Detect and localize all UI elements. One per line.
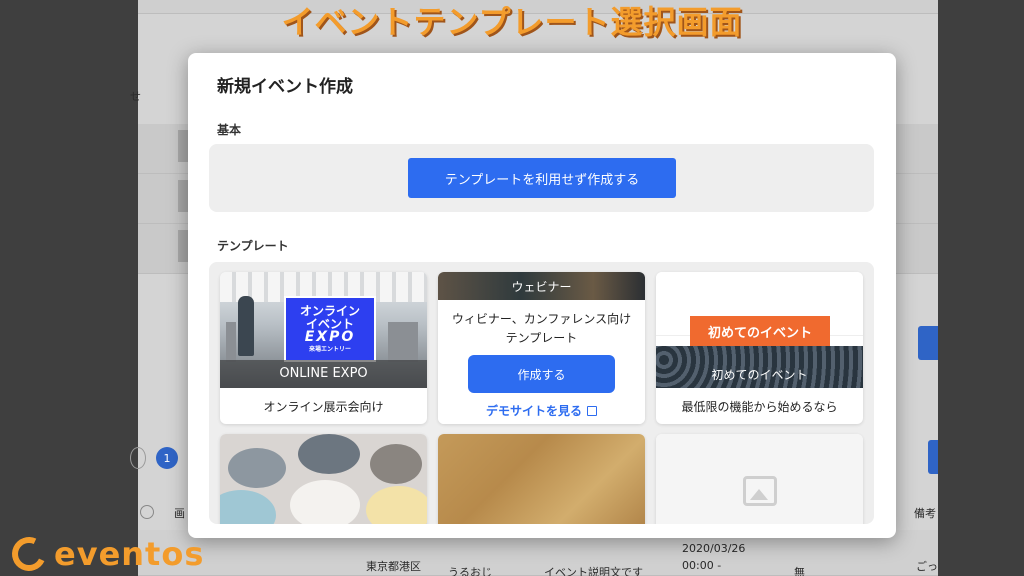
template-card-first-event[interactable]: 初めてのイベント 初めてのイベント 最低限の機能から始めるなら xyxy=(656,272,863,424)
external-link-icon xyxy=(587,406,597,416)
template-overlay-title: 初めてのイベント xyxy=(711,368,808,382)
bg-checkbox xyxy=(178,130,188,162)
bg-row-date: 2020/03/26 xyxy=(682,542,746,555)
bg-header-fragment: せ xyxy=(130,90,141,103)
bg-row-note: ごっ xyxy=(916,560,938,573)
bg-checkbox xyxy=(178,230,188,262)
help-icon xyxy=(140,505,154,519)
brand-logo: eventos xyxy=(7,532,205,576)
eventos-logo-icon xyxy=(7,532,51,576)
template-caption: 最低限の機能から始めるなら xyxy=(681,399,838,414)
template-card-online-expo[interactable]: オンライン イベント EXPO 来場エントリー ONLINE EXPO オンライ… xyxy=(220,272,427,424)
template-thumbnail xyxy=(220,434,427,524)
bg-checkbox xyxy=(178,180,188,212)
template-overlay-title: ONLINE EXPO xyxy=(279,366,368,381)
bg-row-location: 東京都港区 xyxy=(366,560,421,573)
bg-pagination-prev xyxy=(130,447,146,469)
bg-button xyxy=(918,326,938,360)
template-thumbnail: 初めてのイベント 初めてのイベント xyxy=(656,272,863,388)
section-label-basic: 基本 xyxy=(217,123,242,137)
bg-pagination-current: 1 xyxy=(156,447,178,469)
bg-row-org: うるおじ xyxy=(448,566,492,576)
template-caption: オンライン展示会向け xyxy=(263,399,384,414)
template-overlay-title: ウェビナー xyxy=(511,280,572,294)
demo-site-link[interactable]: デモサイトを見る xyxy=(438,402,645,419)
basic-section: テンプレートを利用せず作成する xyxy=(209,144,874,212)
template-card-wood[interactable] xyxy=(438,434,645,524)
section-label-template: テンプレート xyxy=(217,239,289,253)
template-card-blank[interactable] xyxy=(656,434,863,524)
bg-row-desc: イベント説明文です xyxy=(544,566,643,576)
modal-title: 新規イベント作成 xyxy=(217,77,353,97)
page-banner: イベントテンプレート選択画面 xyxy=(281,3,743,41)
create-from-template-button[interactable]: 作成する xyxy=(468,355,615,393)
template-card-plates[interactable] xyxy=(220,434,427,524)
template-description: ウィビナー、カンファレンス向け テンプレート xyxy=(451,312,632,345)
bg-table-header-left: 画 xyxy=(174,507,185,520)
bg-row-flag: 無 xyxy=(794,566,805,576)
new-event-modal: 新規イベント作成 基本 テンプレートを利用せず作成する テンプレート オンライン… xyxy=(188,53,896,538)
template-thumbnail xyxy=(656,434,863,524)
template-grid: オンライン イベント EXPO 来場エントリー ONLINE EXPO オンライ… xyxy=(209,262,874,524)
logo-text: eventos xyxy=(54,535,205,573)
bg-button xyxy=(928,440,938,474)
template-thumbnail: オンライン イベント EXPO 来場エントリー ONLINE EXPO xyxy=(220,272,427,388)
person-figure xyxy=(238,296,254,356)
image-placeholder-icon xyxy=(743,476,777,506)
create-without-template-button[interactable]: テンプレートを利用せず作成する xyxy=(408,158,676,198)
template-thumbnail xyxy=(438,434,645,524)
bg-row-time: 00:00 - xyxy=(682,559,722,572)
bg-table-header-right: 備考 xyxy=(914,507,936,520)
template-badge: 初めてのイベント xyxy=(690,316,830,346)
template-card-webinar[interactable]: ウェビナー ウィビナー、カンファレンス向け テンプレート 作成する デモサイトを… xyxy=(438,272,645,424)
expo-sign: オンライン イベント EXPO 来場エントリー xyxy=(284,296,376,362)
